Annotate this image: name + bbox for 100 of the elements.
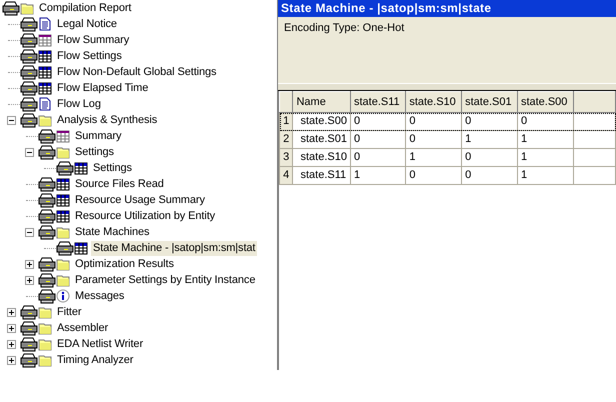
table-cell: 1: [406, 148, 462, 166]
printer-icon: [20, 64, 38, 80]
row-number[interactable]: 1: [280, 112, 293, 130]
printer-icon: [38, 256, 56, 272]
printer-icon: [38, 144, 56, 160]
tree-item[interactable]: Compilation Report: [37, 0, 134, 16]
splitter[interactable]: [278, 83, 616, 91]
table-cell: 1: [517, 166, 574, 184]
tree-item[interactable]: Legal Notice: [55, 16, 119, 32]
tree-item[interactable]: Optimization Results: [73, 256, 176, 272]
folder-icon: [38, 353, 52, 367]
table-cell: 0: [350, 148, 406, 166]
table-cell: 0: [406, 166, 462, 184]
table-cell: 1: [350, 166, 406, 184]
printer-icon: [38, 192, 56, 208]
printer-icon: [56, 160, 74, 176]
printer-icon: [38, 128, 56, 144]
tree-item[interactable]: Flow Non-Default Global Settings: [55, 64, 218, 80]
collapse-toggle[interactable]: [6, 116, 16, 124]
folder-icon: [56, 145, 70, 159]
tree-item[interactable]: Resource Utilization by Entity: [73, 208, 218, 224]
column-header[interactable]: state.S11: [350, 92, 406, 112]
tree-item[interactable]: State Machine - |satop|sm:sm|stat: [91, 240, 258, 256]
printer-icon: [38, 272, 56, 288]
printer-icon: [20, 96, 38, 112]
row-number[interactable]: 3: [280, 148, 293, 166]
table-cell: 0: [350, 112, 406, 130]
folder-icon: [56, 257, 70, 271]
table-cell: 0: [462, 148, 518, 166]
printer-icon: [38, 176, 56, 192]
tree-item[interactable]: Settings: [91, 160, 134, 176]
tree-item[interactable]: State Machines: [73, 224, 152, 240]
printer-icon: [2, 0, 20, 16]
tree-item[interactable]: Fitter: [55, 304, 84, 320]
column-header[interactable]: state.S01: [462, 92, 518, 112]
table-cell: state.S01: [292, 130, 350, 148]
folder-icon: [38, 321, 52, 335]
printer-icon: [20, 304, 38, 320]
table-icon: [38, 81, 52, 95]
printer-icon: [20, 16, 38, 32]
summary-table-icon: [38, 33, 52, 47]
printer-icon: [20, 80, 38, 96]
table-cell: 0: [350, 130, 406, 148]
table-icon: [74, 161, 88, 175]
collapse-toggle[interactable]: [24, 148, 34, 156]
table-cell: state.S00: [292, 112, 350, 130]
table-cell: 0: [517, 112, 574, 130]
expand-toggle[interactable]: [24, 260, 34, 268]
table-cell: 1: [462, 130, 518, 148]
folder-icon: [38, 305, 52, 319]
tree-item[interactable]: Summary: [73, 128, 124, 144]
table-cell: 1: [517, 148, 574, 166]
expand-toggle[interactable]: [6, 340, 16, 348]
column-header[interactable]: Name: [292, 92, 350, 112]
corner-header[interactable]: [280, 92, 293, 112]
printer-icon: [20, 112, 38, 128]
tree-item[interactable]: Parameter Settings by Entity Instance: [73, 272, 258, 288]
folder-icon: [38, 113, 52, 127]
folder-icon: [56, 225, 70, 239]
table-icon: [56, 193, 70, 207]
expand-toggle[interactable]: [24, 276, 34, 284]
folder-icon: [56, 273, 70, 287]
tree-item[interactable]: Assembler: [55, 320, 110, 336]
tree-item[interactable]: Flow Log: [55, 96, 103, 112]
document-icon: [38, 97, 52, 111]
table-cell: 0: [462, 112, 518, 130]
table-cell: 1: [517, 130, 574, 148]
expand-toggle[interactable]: [6, 324, 16, 332]
tree-item[interactable]: EDA Netlist Writer: [55, 336, 146, 352]
info-icon: [56, 289, 70, 303]
column-header[interactable]: state.S10: [406, 92, 462, 112]
row-number[interactable]: 2: [280, 130, 293, 148]
table-icon: [56, 177, 70, 191]
tree-item[interactable]: Resource Usage Summary: [73, 192, 207, 208]
folder-icon: [38, 337, 52, 351]
printer-icon: [20, 352, 38, 368]
printer-icon: [20, 32, 38, 48]
summary-table-icon: [56, 129, 70, 143]
tree-item[interactable]: Flow Summary: [55, 32, 132, 48]
column-header[interactable]: state.S00: [517, 92, 574, 112]
encoding-type-text: Encoding Type: One-Hot: [284, 22, 404, 34]
expand-toggle[interactable]: [6, 356, 16, 364]
row-number[interactable]: 4: [280, 166, 293, 184]
printer-icon: [38, 208, 56, 224]
printer-icon: [20, 320, 38, 336]
table-icon: [56, 209, 70, 223]
table-cell: 0: [462, 166, 518, 184]
tree-item[interactable]: Flow Settings: [55, 48, 124, 64]
tree-item[interactable]: Settings: [73, 144, 116, 160]
table-icon: [38, 49, 52, 63]
tree-item[interactable]: Messages: [73, 288, 126, 304]
tree-item[interactable]: Timing Analyzer: [55, 352, 136, 368]
tree-item[interactable]: Flow Elapsed Time: [55, 80, 150, 96]
expand-toggle[interactable]: [6, 308, 16, 316]
printer-icon: [56, 240, 74, 256]
tree-item[interactable]: Analysis & Synthesis: [55, 112, 160, 128]
printer-icon: [38, 288, 56, 304]
table-cell: state.S11: [292, 166, 350, 184]
collapse-toggle[interactable]: [24, 228, 34, 236]
tree-item[interactable]: Source Files Read: [73, 176, 166, 192]
